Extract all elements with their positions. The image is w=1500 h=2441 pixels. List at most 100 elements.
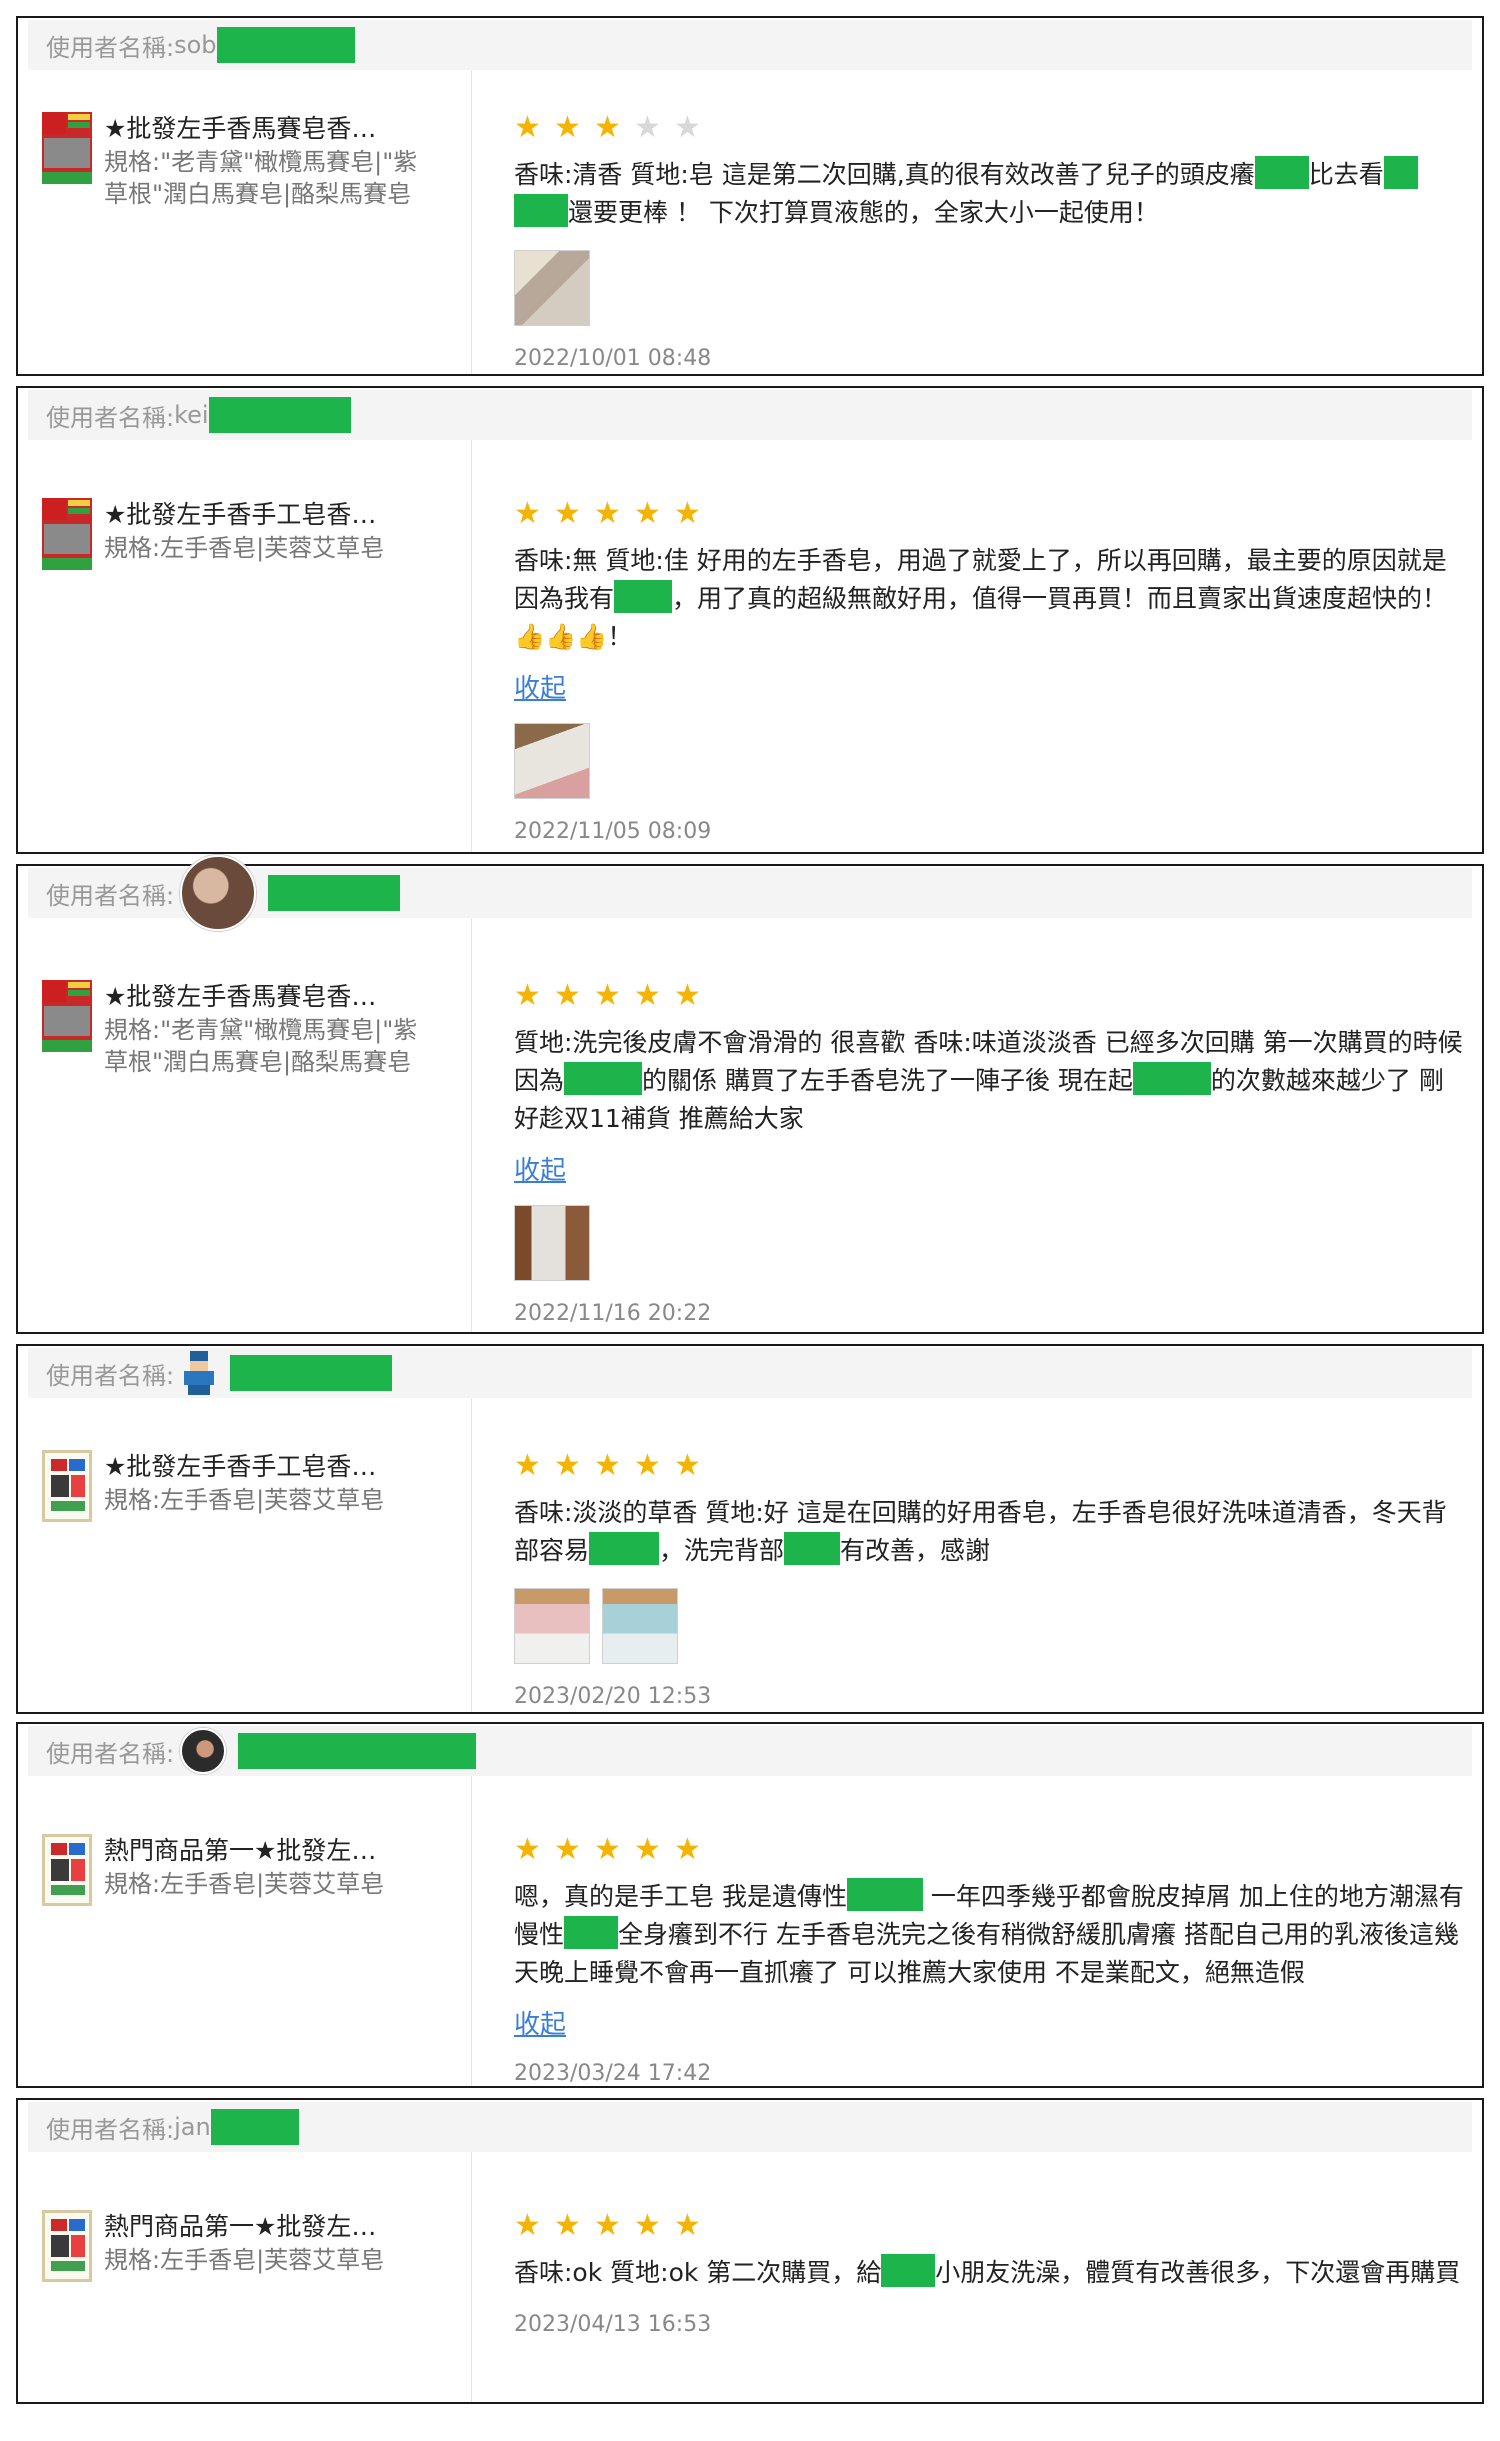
redaction-mark [1383, 156, 1418, 189]
user-info-bar: 使用者名稱: jan [28, 2102, 1472, 2152]
review-content: ★ ★ ★ ★ ★ 質地:洗完後皮膚不會滑滑的 很喜歡 香味:味道淡淡香 已經多次回購 … [514, 980, 1466, 1326]
star-rating: ★ ★ ★ ★ ★ [514, 1834, 1466, 1866]
review-content: ★ ★ ★ ★ ★ 香味:ok 質地:ok 第二次購買，給 小朋友洗澡，體質有改善很多，下… [514, 2210, 1466, 2338]
review-comment: 嗯，真的是手工皂 我是遺傳性 一年四季幾乎都會脫皮掉屑 加上住的地方潮濕有慢性全… [514, 1878, 1466, 1992]
product-thumbnail[interactable] [42, 1450, 92, 1522]
product-info[interactable]: ★批發左手香手工皂香… 規格:左手香皂|芙蓉艾草皂 [42, 498, 462, 570]
review-photo[interactable] [514, 250, 590, 326]
review-photo[interactable] [514, 1588, 590, 1664]
redaction-mark [589, 1532, 660, 1565]
star-filled-icon: ★ [554, 1832, 581, 1867]
user-avatar [180, 1351, 219, 1395]
star-rating: ★ ★ ★ ★ ★ [514, 2210, 1466, 2242]
product-thumbnail[interactable] [42, 498, 92, 570]
review-content: ★ ★ ★ ★ ★ 嗯，真的是手工皂 我是遺傳性 一年四季幾乎都會脫皮掉屑 加上住的地方… [514, 1834, 1466, 2087]
star-filled-icon: ★ [514, 978, 541, 1013]
product-title[interactable]: ★批發左手香馬賽皂香… [104, 980, 434, 1014]
column-divider [471, 1398, 472, 1712]
product-info[interactable]: ★批發左手香馬賽皂香… 規格:"老青黛"橄欖馬賽皂|"紫草根"潤白馬賽皂|酪梨馬… [42, 112, 462, 210]
product-info[interactable]: 熱門商品第一★批發左… 規格:左手香皂|芙蓉艾草皂 [42, 1834, 462, 1906]
user-avatar [180, 855, 257, 931]
redaction-mark [210, 2109, 299, 2145]
collapse-link[interactable]: 收起 [514, 2004, 566, 2041]
comment-text: ，洗完背部 [659, 1536, 785, 1565]
user-info-bar: 使用者名稱: [28, 855, 1472, 931]
review-card: 使用者名稱: ★批發左手香馬賽皂香… 規格:"老青黛"橄欖馬賽皂|"紫草根"潤白… [16, 855, 1484, 1334]
redaction-mark [238, 1733, 477, 1769]
review-card: 使用者名稱: ★批發左手香手工皂香… 規格:左手香皂|芙蓉艾草皂 ★ ★ ★ ★ ★ 香… [16, 1344, 1484, 1714]
redaction-mark [268, 875, 401, 911]
star-filled-icon: ★ [634, 978, 661, 1013]
star-rating: ★ ★ ★ ★ ★ [514, 498, 1466, 530]
redaction-mark [564, 1062, 643, 1095]
product-info[interactable]: ★批發左手香馬賽皂香… 規格:"老青黛"橄欖馬賽皂|"紫草根"潤白馬賽皂|酪梨馬… [42, 980, 462, 1078]
redaction-mark [514, 194, 568, 227]
comment-text: 還要更棒 ！ 下次打算買液態的，全家大小一起使用！ [568, 198, 1159, 227]
redaction-mark [564, 1916, 619, 1949]
review-timestamp: 2022/11/05 08:09 [514, 819, 712, 844]
comment-text: 香味:ok 質地:ok 第二次購買，給 [514, 2258, 882, 2287]
product-spec: 規格:"老青黛"橄欖馬賽皂|"紫草根"潤白馬賽皂|酪梨馬賽皂 [104, 148, 418, 208]
user-label: 使用者名稱: [46, 881, 175, 910]
review-content: ★ ★ ★ ★ ★ 香味:淡淡的草香 質地:好 這是在回購的好用香皂，左手香皂很好洗味道… [514, 1450, 1466, 1709]
review-photos [514, 1588, 1466, 1664]
user-label: 使用者名稱: [46, 33, 175, 62]
review-photo[interactable] [514, 1205, 590, 1281]
user-avatar [180, 1728, 227, 1774]
user-info-bar: 使用者名稱: [28, 1348, 1472, 1398]
review-photo[interactable] [602, 1588, 678, 1664]
star-filled-icon: ★ [634, 2208, 661, 2243]
collapse-link[interactable]: 收起 [514, 1150, 566, 1187]
product-info[interactable]: ★批發左手香手工皂香… 規格:左手香皂|芙蓉艾草皂 [42, 1450, 462, 1522]
star-filled-icon: ★ [514, 110, 541, 145]
review-card: 使用者名稱: sob ★批發左手香馬賽皂香… 規格:"老青黛"橄欖馬賽皂|"紫草根… [16, 16, 1484, 376]
review-timestamp: 2023/02/20 12:53 [514, 1684, 712, 1709]
product-info[interactable]: 熱門商品第一★批發左… 規格:左手香皂|芙蓉艾草皂 [42, 2210, 462, 2282]
column-divider [471, 1776, 472, 2086]
product-title[interactable]: ★批發左手香手工皂香… [104, 498, 434, 532]
star-filled-icon: ★ [514, 1832, 541, 1867]
review-photos [514, 1205, 1466, 1281]
review-card: 使用者名稱: kei ★批發左手香手工皂香… 規格:左手香皂|芙蓉艾草皂 ★ ★ ★ ★… [16, 386, 1484, 854]
review-timestamp: 2023/03/24 17:42 [514, 2061, 712, 2086]
comment-text: 小朋友洗澡，體質有改善很多，下次還會再購買 [935, 2258, 1461, 2287]
user-label: 使用者名稱: [46, 403, 175, 432]
star-rating: ★ ★ ★ ★ ★ [514, 980, 1466, 1012]
redaction-mark [784, 1532, 841, 1565]
collapse-link[interactable]: 收起 [514, 668, 566, 705]
star-filled-icon: ★ [554, 2208, 581, 2243]
star-filled-icon: ★ [554, 978, 581, 1013]
star-filled-icon: ★ [514, 2208, 541, 2243]
review-comment: 質地:洗完後皮膚不會滑滑的 很喜歡 香味:味道淡淡香 已經多次回購 第一次購買的… [514, 1024, 1466, 1138]
redaction-mark [230, 1355, 393, 1391]
product-title[interactable]: 熱門商品第一★批發左… [104, 2210, 434, 2244]
star-filled-icon: ★ [674, 1832, 701, 1867]
user-info-bar: 使用者名稱: sob [28, 20, 1472, 70]
column-divider [471, 918, 472, 1332]
product-thumbnail[interactable] [42, 112, 92, 184]
review-photo[interactable] [514, 723, 590, 799]
star-filled-icon: ★ [634, 1448, 661, 1483]
star-filled-icon: ★ [674, 1448, 701, 1483]
username: jan [174, 2113, 211, 2141]
product-title[interactable]: 熱門商品第一★批發左… [104, 1834, 434, 1868]
review-content: ★ ★ ★ ★ ★ 香味:無 質地:佳 好用的左手香皂，用過了就愛上了，所以再回購，最主… [514, 498, 1466, 844]
star-filled-icon: ★ [554, 110, 581, 145]
product-title[interactable]: ★批發左手香手工皂香… [104, 1450, 434, 1484]
star-filled-icon: ★ [514, 496, 541, 531]
star-filled-icon: ★ [594, 110, 621, 145]
comment-text: 的關係 購買了左手香皂洗了一陣子後 現在起 [642, 1066, 1133, 1095]
user-label: 使用者名稱: [46, 1361, 175, 1390]
star-filled-icon: ★ [594, 1448, 621, 1483]
star-empty-icon: ★ [674, 110, 701, 145]
product-title[interactable]: ★批發左手香馬賽皂香… [104, 112, 434, 146]
column-divider [471, 440, 472, 852]
product-thumbnail[interactable] [42, 2210, 92, 2282]
column-divider [471, 2152, 472, 2402]
star-filled-icon: ★ [594, 978, 621, 1013]
review-list: 使用者名稱: sob ★批發左手香馬賽皂香… 規格:"老青黛"橄欖馬賽皂|"紫草根… [0, 0, 1500, 2441]
product-thumbnail[interactable] [42, 1834, 92, 1906]
review-comment: 香味:淡淡的草香 質地:好 這是在回購的好用香皂，左手香皂很好洗味道清香，冬天背… [514, 1494, 1466, 1570]
user-info-bar: 使用者名稱: kei [28, 390, 1472, 440]
product-thumbnail[interactable] [42, 980, 92, 1052]
